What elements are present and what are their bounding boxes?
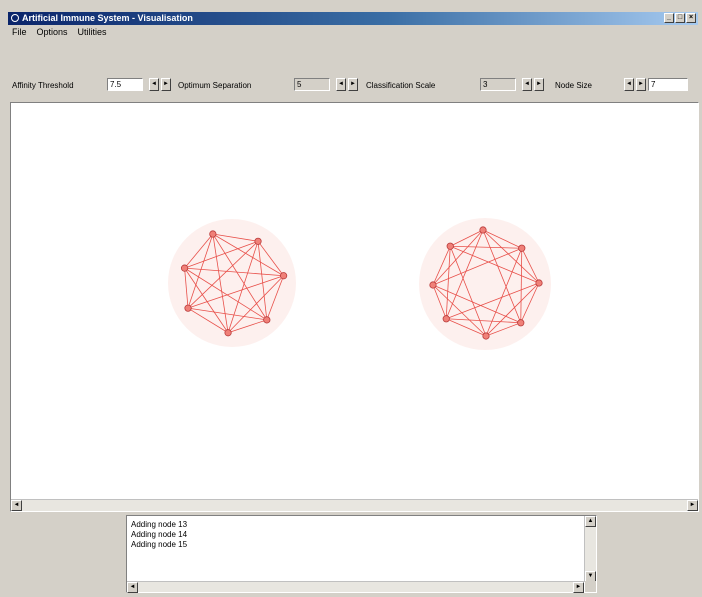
window-controls: _ □ × — [664, 13, 696, 23]
classification-decrease-button[interactable]: ◄ — [522, 78, 532, 91]
graph-node[interactable] — [184, 304, 192, 312]
cluster-right — [419, 218, 551, 350]
menu-utilities[interactable]: Utilities — [76, 26, 109, 38]
log-vertical-scrollbar[interactable]: ▲ ▼ — [584, 516, 596, 582]
node-size-decrease-button[interactable]: ◄ — [624, 78, 634, 91]
node-size-label: Node Size — [555, 81, 592, 90]
menu-options[interactable]: Options — [35, 26, 70, 38]
arrow-left-icon[interactable]: ◄ — [11, 500, 22, 511]
title-bar[interactable]: Artificial Immune System - Visualisation… — [8, 12, 698, 25]
node-size-increase-button[interactable]: ► — [636, 78, 646, 91]
graph-node[interactable] — [180, 264, 189, 272]
graph-node[interactable] — [254, 237, 262, 245]
affinity-threshold-field[interactable]: 7.5 — [107, 78, 143, 91]
optimum-decrease-button[interactable]: ◄ — [336, 78, 346, 91]
menu-bar: File Options Utilities — [10, 26, 109, 38]
classification-scale-label: Classification Scale — [366, 81, 436, 90]
graph-node[interactable] — [446, 242, 454, 250]
affinity-threshold-label: Affinity Threshold — [12, 81, 74, 90]
maximize-button[interactable]: □ — [675, 13, 685, 23]
graph-node[interactable] — [517, 319, 525, 327]
parameter-toolbar: Affinity Threshold 7.5 ◄ ► Optimum Separ… — [12, 78, 702, 94]
graph-node[interactable] — [479, 226, 487, 234]
log-line: Adding node 14 — [131, 530, 188, 539]
graph-node[interactable] — [482, 332, 490, 340]
canvas-horizontal-scrollbar[interactable]: ◄ ► — [11, 499, 698, 511]
classification-scale-field[interactable]: 3 — [480, 78, 516, 91]
log-lines: Adding node 13 Adding node 14 Adding nod… — [131, 520, 187, 550]
arrow-right-icon[interactable]: ► — [687, 500, 698, 511]
graph-node[interactable] — [280, 272, 288, 280]
arrow-left-icon[interactable]: ◄ — [127, 582, 138, 593]
cluster-left — [168, 219, 296, 347]
resize-grip[interactable] — [585, 581, 596, 592]
main-window: Artificial Immune System - Visualisation… — [0, 0, 702, 597]
log-line: Adding node 13 — [131, 520, 188, 529]
log-horizontal-scrollbar[interactable]: ◄ ► — [127, 581, 584, 593]
optimum-separation-label: Optimum Separation — [178, 81, 252, 90]
optimum-increase-button[interactable]: ► — [348, 78, 358, 91]
close-button[interactable]: × — [686, 13, 696, 23]
graph-node[interactable] — [429, 281, 437, 289]
affinity-decrease-button[interactable]: ◄ — [149, 78, 159, 91]
app-icon[interactable] — [11, 14, 19, 22]
minimize-button[interactable]: _ — [664, 13, 674, 23]
graph-node[interactable] — [209, 230, 217, 238]
optimum-separation-field[interactable]: 5 — [294, 78, 330, 91]
arrow-up-icon[interactable]: ▲ — [585, 516, 596, 527]
graph-node[interactable] — [442, 315, 450, 323]
network-graph — [168, 218, 551, 350]
graph-node[interactable] — [518, 244, 526, 252]
log-line: Adding node 15 — [131, 540, 188, 549]
log-panel[interactable]: Adding node 13 Adding node 14 Adding nod… — [126, 515, 597, 593]
graph-node[interactable] — [263, 316, 271, 324]
classification-increase-button[interactable]: ► — [534, 78, 544, 91]
menu-file[interactable]: File — [10, 26, 29, 38]
arrow-right-icon[interactable]: ► — [573, 582, 584, 593]
graph-node[interactable] — [535, 279, 543, 287]
node-size-field[interactable]: 7 — [648, 78, 688, 91]
network-canvas[interactable]: ◄ ► — [10, 102, 699, 512]
affinity-increase-button[interactable]: ► — [161, 78, 171, 91]
cluster-glow — [419, 218, 551, 350]
window-title: Artificial Immune System - Visualisation — [22, 13, 193, 23]
graph-node[interactable] — [224, 329, 232, 337]
